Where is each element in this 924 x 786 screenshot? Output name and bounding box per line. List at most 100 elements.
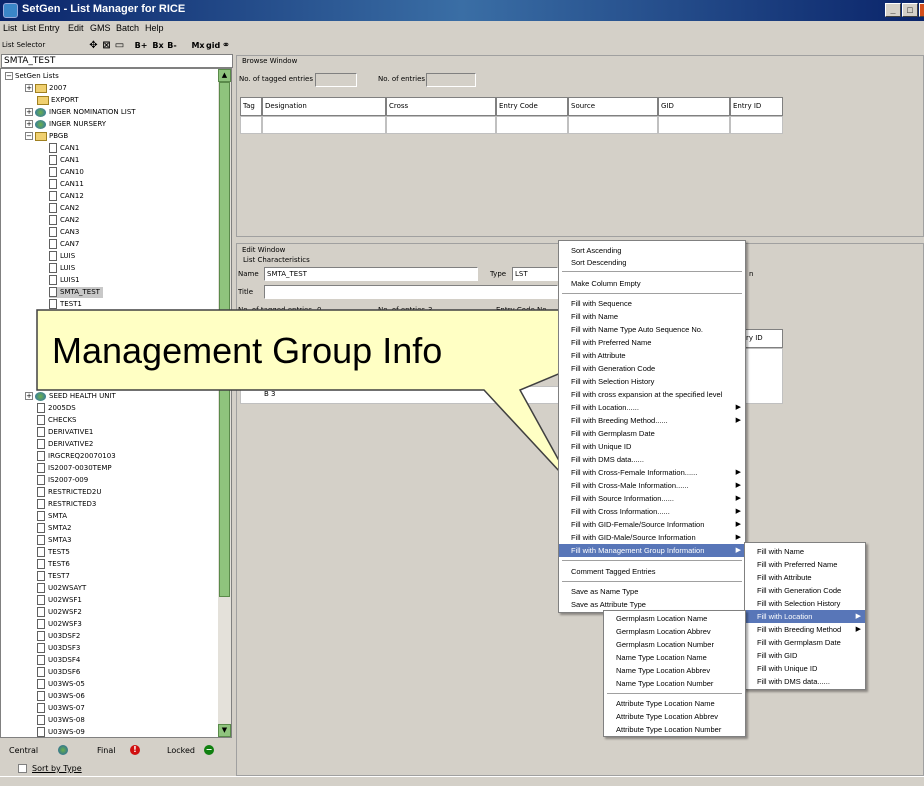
expand-icon[interactable]: + [25,120,33,128]
menu-list[interactable]: List [3,23,17,33]
tree-item[interactable]: TEST7 [37,571,70,582]
gid-button[interactable]: gid [206,39,220,52]
minus-icon[interactable]: ▭ [114,39,125,52]
menu-item-fill-selection-history[interactable]: Fill with Selection History [559,375,745,388]
tree-item[interactable]: SMTA [37,511,67,522]
tree-item-selected[interactable]: SMTA_TEST [49,287,103,298]
submenu-item-name-type-location-number[interactable]: Name Type Location Number [604,677,745,690]
tree-item[interactable]: U03WS-09 [37,727,85,737]
bx-button[interactable]: Bx [151,39,165,52]
tree-item[interactable]: CAN1 [49,143,79,154]
submenu-item-attribute-type-location-name[interactable]: Attribute Type Location Name [604,697,745,710]
menu-item-fill-name-type-auto[interactable]: Fill with Name Type Auto Sequence No. [559,323,745,336]
grid-cell[interactable] [386,116,496,134]
tree-item[interactable]: CAN2 [49,203,79,214]
tree-item[interactable]: CAN3 [49,227,79,238]
move-icon[interactable]: ✥ [88,39,99,52]
tree-item[interactable]: IRGCREQ20070103 [37,451,116,462]
delete-icon[interactable]: ⊠ [101,39,112,52]
menu-item-save-name-type[interactable]: Save as Name Type [559,585,745,598]
tree-item[interactable]: DERIVATIVE2 [37,439,93,450]
tree-item[interactable]: U03DSF6 [37,667,80,678]
list-selector-input[interactable]: SMTA_TEST [1,54,233,68]
column-header[interactable]: Cross [386,97,496,116]
tree-item[interactable]: +2007 [25,83,67,94]
type-field[interactable]: LST [512,267,558,281]
column-header[interactable]: Entry Code [496,97,568,116]
tree-item[interactable]: LUIS1 [49,275,80,286]
tree-item[interactable]: SMTA2 [37,523,71,534]
tree-item[interactable]: RESTRICTED3 [37,499,96,510]
menu-item-fill-cross[interactable]: Fill with Cross Information...... ▶ [559,505,745,518]
menu-item-make-column-empty[interactable]: Make Column Empty [559,277,745,290]
tree-item[interactable]: RESTRICTED2U [37,487,102,498]
edit-grid-cells[interactable] [743,348,783,404]
tree-item[interactable]: U03WS-05 [37,679,85,690]
tree-item[interactable]: TEST1 [49,299,82,310]
tree-item[interactable]: SMTA3 [37,535,71,546]
tree-item[interactable]: U02WSF2 [37,607,82,618]
mx-button[interactable]: Mx [191,39,205,52]
grid-cell[interactable] [262,116,386,134]
menu-item-fill-source[interactable]: Fill with Source Information...... ▶ [559,492,745,505]
minimize-button[interactable]: _ [885,3,901,17]
tree-item[interactable]: CAN12 [49,191,84,202]
close-button[interactable] [919,3,924,17]
collapse-icon[interactable]: − [5,72,13,80]
tree-item[interactable]: LUIS [49,263,75,274]
column-header[interactable]: GID [658,97,730,116]
menu-item-fill-generation-code[interactable]: Fill with Generation Code [559,362,745,375]
browse-grid[interactable]: Tag Designation Cross Entry Code Source … [240,97,783,137]
submenu-item-fill-germplasm-date[interactable]: Fill with Germplasm Date [745,636,865,649]
submenu-item-fill-name[interactable]: Fill with Name [745,545,865,558]
column-header[interactable]: Source [568,97,658,116]
maximize-button[interactable]: □ [902,3,918,17]
menu-item-fill-attribute[interactable]: Fill with Attribute [559,349,745,362]
menu-help[interactable]: Help [145,23,164,33]
scroll-up-icon[interactable]: ▲ [218,69,231,82]
expand-icon[interactable]: + [25,108,33,116]
menu-list-entry[interactable]: List Entry [22,23,60,33]
menu-item-fill-sequence[interactable]: Fill with Sequence [559,297,745,310]
submenu-item-fill-location[interactable]: Fill with Location ▶ [745,610,865,623]
menu-item-comment-tagged[interactable]: Comment Tagged Entries [559,565,745,578]
tree-item[interactable]: − PBGB [25,131,68,142]
tree-item[interactable]: + INGER NURSERY [25,119,106,130]
menu-item-fill-germplasm-date[interactable]: Fill with Germplasm Date [559,427,745,440]
menu-gms[interactable]: GMS [90,23,111,33]
tree-item[interactable]: IS2007-0030TEMP [37,463,112,474]
grid-cell[interactable] [658,116,730,134]
tree-item[interactable]: CAN1 [49,155,79,166]
tree-root[interactable]: − SetGen Lists [5,71,59,82]
tree-item[interactable]: IS2007-009 [37,475,88,486]
submenu-item-germplasm-location-abbrev[interactable]: Germplasm Location Abbrev [604,625,745,638]
expand-icon[interactable]: + [25,392,33,400]
tree-item[interactable]: U03WS-08 [37,715,85,726]
tree-item[interactable]: U02WSF1 [37,595,82,606]
submenu-item-fill-breeding-method[interactable]: Fill with Breeding Method ▶ [745,623,865,636]
menu-item-fill-unique-id[interactable]: Fill with Unique ID [559,440,745,453]
column-header[interactable]: Designation [262,97,386,116]
edit-grid-row[interactable] [240,386,560,404]
submenu-item-fill-generation-code[interactable]: Fill with Generation Code [745,584,865,597]
submenu-item-fill-preferred-name[interactable]: Fill with Preferred Name [745,558,865,571]
sort-by-type-checkbox[interactable] [18,764,27,773]
submenu-item-germplasm-location-name[interactable]: Germplasm Location Name [604,612,745,625]
tree-item[interactable]: 2005DS [37,403,76,414]
grid-cell[interactable] [568,116,658,134]
submenu-item-name-type-location-name[interactable]: Name Type Location Name [604,651,745,664]
submenu-item-attribute-type-location-abbrev[interactable]: Attribute Type Location Abbrev [604,710,745,723]
expand-icon[interactable]: + [25,84,33,92]
tree-item[interactable]: DERIVATIVE1 [37,427,93,438]
column-header[interactable]: Entry ID [730,97,783,116]
menu-item-fill-cross-female[interactable]: Fill with Cross-Female Information......… [559,466,745,479]
list-tree[interactable]: − SetGen Lists +2007 EXPORT + INGER NOMINA… [0,68,232,738]
menu-item-fill-gid-male[interactable]: Fill with GID-Male/Source Information ▶ [559,531,745,544]
name-field[interactable]: SMTA_TEST [264,267,478,281]
tree-item[interactable]: CAN7 [49,239,79,250]
b-plus-button[interactable]: B+ [133,39,149,52]
submenu-item-fill-attribute[interactable]: Fill with Attribute [745,571,865,584]
tree-item[interactable]: U03WS-06 [37,691,85,702]
tree-item[interactable]: CHECKS [37,415,77,426]
menu-item-fill-cross-expansion[interactable]: Fill with cross expansion at the specifi… [559,388,745,401]
